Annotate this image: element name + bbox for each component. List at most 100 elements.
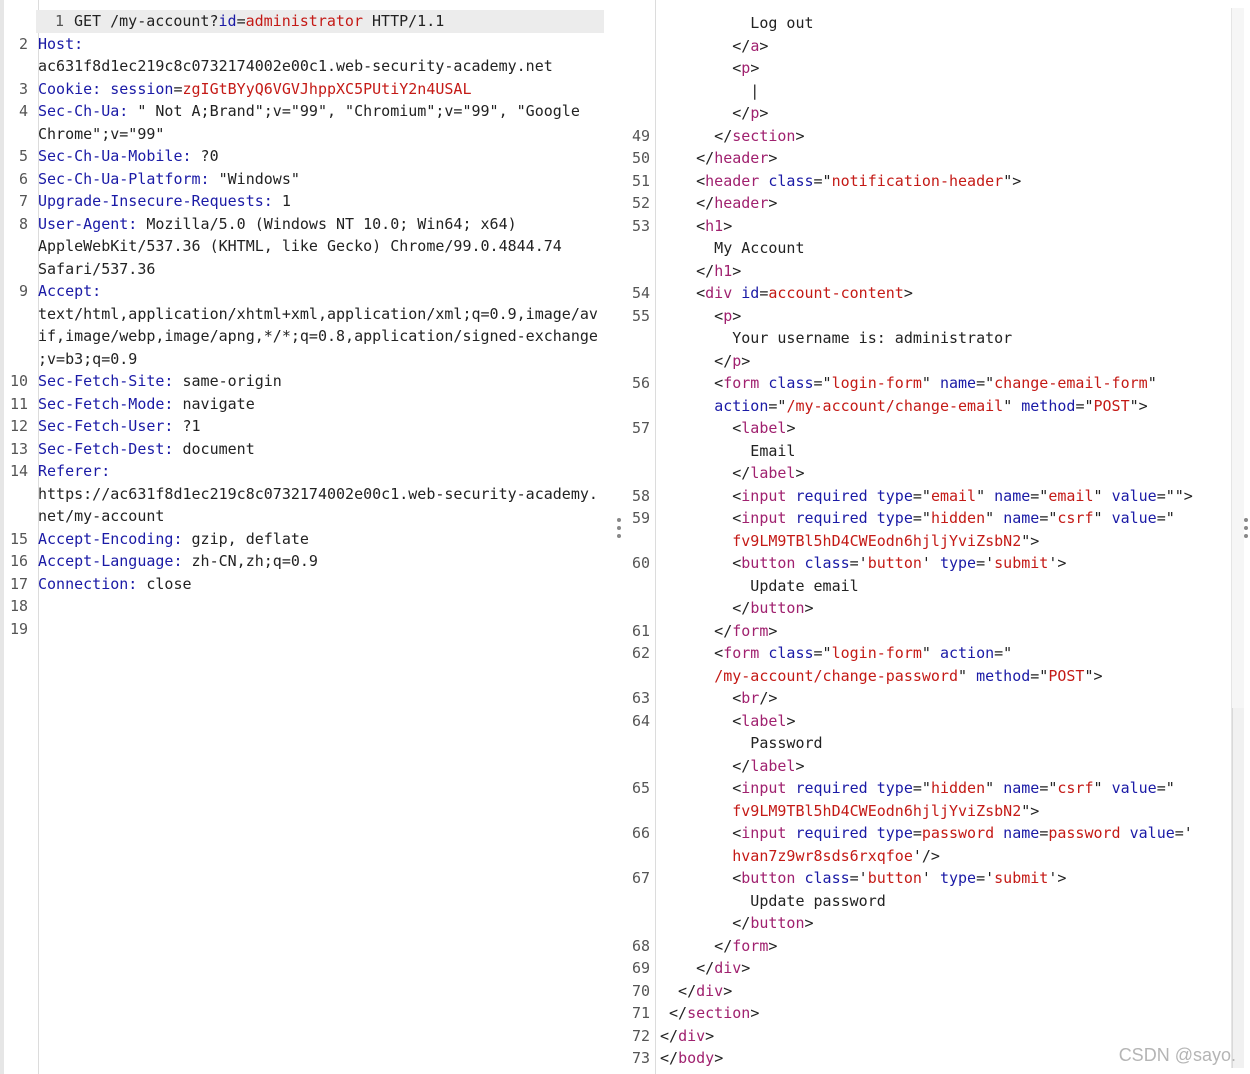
code-text: </div> — [660, 1025, 714, 1048]
code-token: zgIGtBYyQ6VGVJhppXC5PUtiY2n4USAL — [182, 79, 472, 98]
code-token: </ — [660, 1026, 679, 1045]
line-number: 67 — [631, 869, 650, 887]
code-token: > — [741, 959, 751, 977]
watermark: CSDN @sayo. — [1118, 1045, 1236, 1065]
code-token: =" — [813, 171, 832, 190]
code-token: </ — [660, 351, 733, 370]
code-token: > — [795, 464, 805, 482]
code-token: </ — [660, 756, 751, 775]
code-token: > — [714, 1049, 724, 1067]
code-token: </ — [660, 621, 733, 640]
line-number: 58 — [631, 486, 650, 505]
request-line: 17 Connection: close — [0, 573, 610, 596]
response-line: </button> — [628, 597, 1244, 620]
code-token: class — [795, 554, 850, 572]
line-number: 55 — [631, 306, 650, 325]
code-token: id — [218, 12, 237, 30]
response-line: 53 <h1> — [628, 215, 1244, 238]
response-scrollbar[interactable] — [1231, 8, 1244, 1068]
code-token: class — [759, 644, 814, 662]
code-token: name — [994, 486, 1031, 505]
code-token: </ — [660, 126, 733, 145]
response-line: 61 </form> — [628, 620, 1244, 643]
response-line: </a> — [628, 35, 1244, 58]
scrollbar-thumb[interactable] — [1232, 708, 1244, 1068]
request-line: 9 Accept: — [0, 280, 610, 303]
divider-grip-icon[interactable] — [617, 518, 621, 542]
code-token: =" — [1156, 509, 1175, 527]
code-token: "> — [1084, 666, 1103, 685]
code-token: name — [1003, 779, 1040, 797]
code-token: name — [1003, 509, 1040, 527]
code-token: "> — [1021, 801, 1040, 820]
code-token: < — [660, 824, 742, 842]
line-number: 61 — [631, 621, 650, 640]
code-token: hidden — [930, 509, 986, 527]
code-token: > — [768, 621, 778, 640]
code-text: ac631f8d1ec219c8c0732174002e00c1.web-sec… — [38, 55, 553, 78]
code-token: < — [660, 171, 706, 190]
code-token: Connection: — [38, 574, 138, 593]
line-number: 49 — [631, 126, 650, 145]
response-line: 59 <input required type="hidden" name="c… — [628, 507, 1244, 530]
code-token: div — [714, 959, 742, 977]
code-token: value — [1111, 779, 1157, 797]
response-line: Email — [628, 440, 1244, 463]
code-token: "> — [1003, 171, 1022, 190]
code-token: Referer: — [38, 462, 111, 480]
code-token: type — [939, 869, 977, 887]
request-editor-pane[interactable]: 1 GET /my-account?id=administrator HTTP/1… — [0, 0, 610, 1074]
response-line: Update password — [628, 890, 1244, 913]
request-line: 12 Sec-Fetch-User: ?1 — [0, 415, 610, 438]
code-text: Upgrade-Insecure-Requests: 1 — [38, 190, 291, 213]
code-text: Cookie: session=zgIGtBYyQ6VGVJhppXC5PUti… — [38, 78, 471, 101]
code-token: =" — [912, 486, 931, 505]
code-token: label — [741, 711, 787, 730]
response-line: 69 </div> — [628, 957, 1244, 980]
right-edge-grip-icon[interactable] — [1244, 518, 1250, 542]
code-token: GET /my-account? — [74, 12, 219, 30]
code-text: </section> — [660, 125, 804, 148]
line-number: 6 — [18, 169, 28, 188]
line-number: 71 — [631, 1004, 650, 1022]
code-text: Safari/537.36 — [38, 258, 155, 281]
code-token: Mozilla/5.0 (Windows NT 10.0; Win64; x64… — [137, 214, 517, 233]
response-line: 51 <header class="notification-header"> — [628, 170, 1244, 193]
code-token: > — [804, 599, 814, 617]
pane-divider[interactable] — [610, 0, 628, 1074]
code-token: p — [741, 59, 751, 77]
code-token: required type — [786, 824, 913, 842]
code-token: </ — [660, 104, 751, 122]
line-number: 69 — [631, 959, 650, 977]
code-text: <button class='button' type='submit'> — [660, 867, 1066, 890]
code-token: input — [741, 509, 787, 527]
code-text: Your username is: administrator — [660, 327, 1012, 350]
code-text: | — [660, 80, 759, 103]
code-token: form — [723, 374, 760, 392]
code-token: </ — [660, 981, 697, 1000]
code-token: =" — [976, 374, 995, 392]
line-number: 52 — [631, 194, 650, 212]
code-text: <h1> — [660, 215, 732, 238]
code-token: button — [750, 599, 805, 617]
code-token: gzip, deflate — [182, 529, 309, 548]
response-line: </p> — [628, 102, 1244, 125]
code-token: HTTP/1.1 — [363, 12, 445, 30]
response-line: 54 <div id=account-content> — [628, 282, 1244, 305]
line-number: 68 — [631, 936, 650, 955]
code-text: </form> — [660, 620, 777, 643]
code-text: </p> — [660, 102, 768, 125]
code-token: " — [958, 666, 977, 685]
code-token: " — [921, 644, 940, 662]
response-editor-pane[interactable]: Log out </a> <p> | </p> 49 </section> 50 <… — [628, 0, 1244, 1074]
code-token: < — [660, 779, 742, 797]
code-text: net/my-account — [38, 505, 164, 528]
code-token: div — [705, 284, 733, 302]
code-text: Sec-Ch-Ua-Platform: "Windows" — [38, 168, 300, 191]
request-line: 14 Referer: — [0, 460, 610, 483]
code-token: " — [921, 374, 940, 392]
code-token: =" — [1075, 396, 1094, 415]
code-token: name — [939, 374, 977, 392]
code-text: Log out — [660, 12, 813, 35]
